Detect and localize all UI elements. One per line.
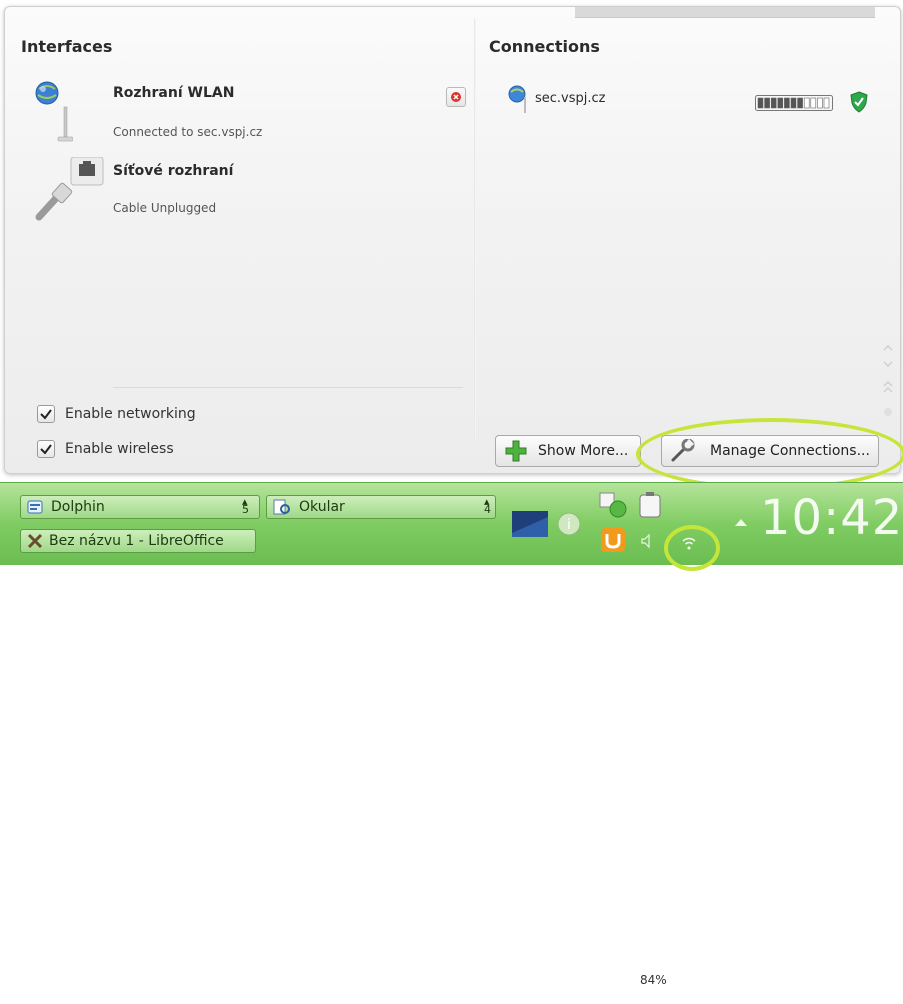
task-label-okular: Okular bbox=[299, 499, 345, 515]
signal-segment bbox=[797, 97, 803, 109]
clock[interactable]: 10:42 bbox=[760, 490, 903, 546]
enable-networking-checkbox[interactable]: Enable networking bbox=[37, 405, 196, 423]
interfaces-pane: Interfaces Rozhraní WLAN Connected to se… bbox=[5, 7, 473, 473]
interface-status-ethernet: Cable Unplugged bbox=[113, 201, 217, 215]
manage-connections-label: Manage Connections... bbox=[710, 443, 870, 459]
keyboard-layout-indicator[interactable]: CZ bbox=[694, 980, 722, 1004]
checkbox-box bbox=[37, 405, 55, 423]
interface-status-wlan: Connected to sec.vspj.cz bbox=[113, 125, 263, 139]
connections-pane: Connections sec.vspj.cz Show More... Man… bbox=[477, 7, 900, 473]
plus-icon bbox=[505, 440, 527, 462]
task-count-dolphin: ▴ 5 bbox=[242, 495, 249, 516]
signal-segment bbox=[823, 97, 830, 109]
checkmark-icon bbox=[40, 444, 52, 455]
info-icon[interactable]: i bbox=[556, 511, 582, 537]
ethernet-cable-icon bbox=[35, 157, 104, 221]
interfaces-title: Interfaces bbox=[21, 37, 113, 56]
checkmark-icon bbox=[40, 409, 52, 420]
task-label-dolphin: Dolphin bbox=[51, 499, 105, 515]
scroll-arrows-icon[interactable] bbox=[881, 342, 895, 422]
interface-name-ethernet: Síťové rozhraní bbox=[113, 163, 234, 179]
show-more-label: Show More... bbox=[538, 443, 629, 459]
updates-icon[interactable] bbox=[600, 527, 626, 553]
task-dolphin[interactable]: Dolphin bbox=[20, 495, 260, 519]
enable-networking-label: Enable networking bbox=[65, 406, 196, 422]
network-management-popup: Interfaces Rozhraní WLAN Connected to se… bbox=[4, 6, 901, 474]
show-more-button[interactable]: Show More... bbox=[495, 435, 641, 467]
manage-connections-button[interactable]: Manage Connections... bbox=[661, 435, 879, 467]
signal-segment bbox=[764, 97, 770, 109]
device-notifier-icon[interactable] bbox=[598, 491, 628, 519]
signal-segment bbox=[790, 97, 797, 109]
task-libreoffice[interactable]: Bez názvu 1 - LibreOffice bbox=[20, 529, 256, 553]
separator bbox=[113, 387, 463, 388]
libreoffice-icon bbox=[27, 533, 43, 549]
disconnect-icon bbox=[451, 92, 461, 102]
task-label-libreoffice: Bez názvu 1 - LibreOffice bbox=[49, 533, 224, 549]
signal-segment bbox=[810, 97, 817, 109]
signal-strength-meter bbox=[755, 95, 833, 111]
connection-name: sec.vspj.cz bbox=[535, 91, 606, 106]
battery-percentage: 84% bbox=[640, 973, 667, 987]
signal-segment bbox=[784, 97, 790, 109]
interface-name-wlan: Rozhraní WLAN bbox=[113, 85, 235, 101]
signal-segment bbox=[757, 97, 764, 109]
enable-wireless-label: Enable wireless bbox=[65, 441, 174, 457]
network-tray-icon[interactable] bbox=[680, 533, 698, 553]
desktop-pager-icon[interactable] bbox=[512, 511, 548, 537]
volume-icon[interactable] bbox=[640, 533, 656, 549]
signal-segment bbox=[770, 97, 777, 109]
signal-segment bbox=[803, 97, 810, 109]
wireless-globe-icon bbox=[35, 81, 73, 142]
svg-text:i: i bbox=[567, 517, 571, 533]
task-count-okular: ▴ 4 bbox=[484, 495, 491, 516]
checkbox-box bbox=[37, 440, 55, 458]
dolphin-icon bbox=[27, 500, 43, 514]
signal-segment bbox=[777, 97, 784, 109]
task-okular[interactable]: Okular bbox=[266, 495, 496, 519]
disconnect-button[interactable] bbox=[446, 87, 466, 107]
connections-title: Connections bbox=[489, 37, 600, 56]
shield-secure-icon bbox=[850, 91, 868, 113]
enable-wireless-checkbox[interactable]: Enable wireless bbox=[37, 440, 174, 458]
battery-icon[interactable] bbox=[636, 491, 664, 519]
signal-segment bbox=[817, 97, 823, 109]
wrench-icon bbox=[671, 439, 695, 462]
tray-expand-icon[interactable] bbox=[734, 517, 748, 527]
okular-icon bbox=[273, 499, 290, 515]
pane-divider bbox=[474, 19, 476, 439]
wifi-connection-icon bbox=[508, 85, 526, 113]
